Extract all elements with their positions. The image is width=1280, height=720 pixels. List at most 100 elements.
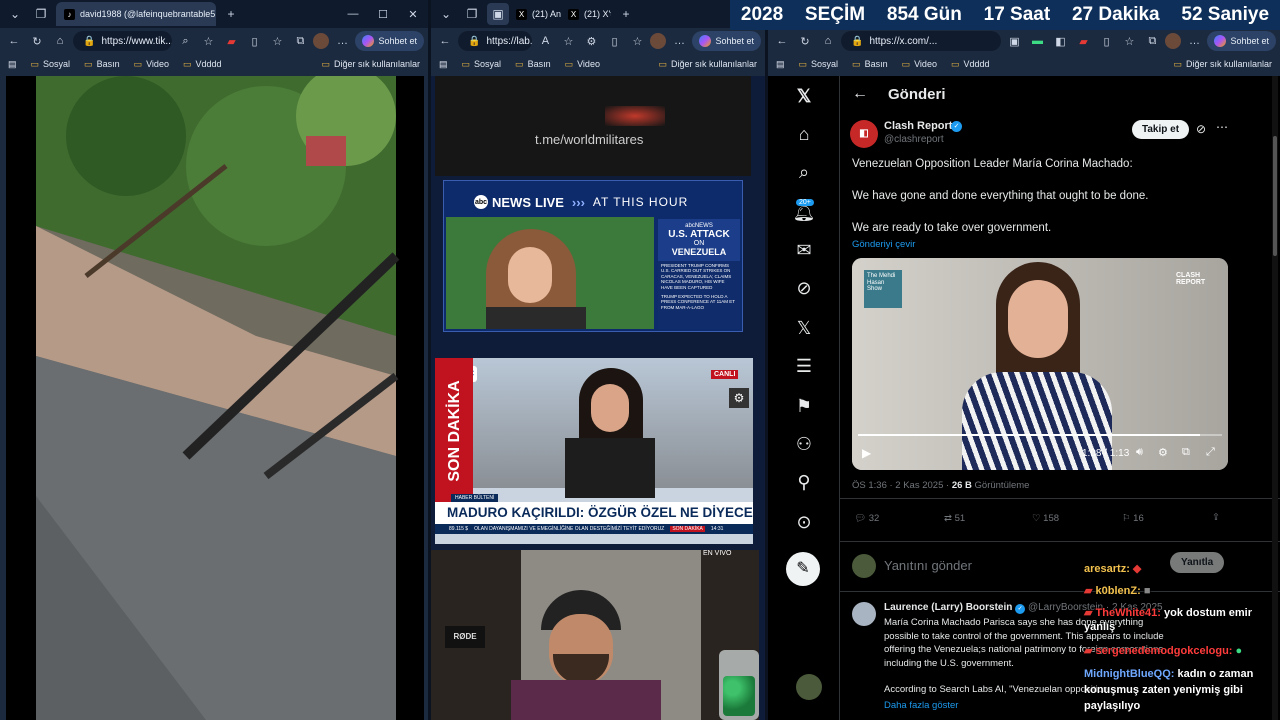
volume-icon[interactable]: 🔊︎ [1136,446,1143,459]
split-icon[interactable]: ▯ [1096,31,1116,51]
share-icon[interactable]: ⇪ [1212,512,1220,523]
lists-icon[interactable]: ☰ [792,354,816,378]
extension-icon[interactable]: ◧ [1050,31,1070,51]
split-icon[interactable]: ▯ [244,31,264,51]
sidebar-toggle-icon[interactable]: ▤ [8,59,17,70]
post-button[interactable]: ✎ [786,552,820,586]
reply-input[interactable]: Yanıtını gönder [884,558,972,573]
favorites-icon[interactable]: ☆ [627,31,647,51]
bookmark-sosyal[interactable]: Sosyal [31,59,70,70]
bookmark-action[interactable]: ⚐ 16 [1122,513,1144,524]
maximize-icon[interactable]: ☐ [368,8,398,21]
more-icon[interactable]: … [332,31,352,51]
home-icon[interactable]: ⌂ [50,31,70,51]
pip-icon[interactable]: ⧉ [1182,446,1190,459]
more-icon[interactable]: … [1184,31,1204,51]
more-icon[interactable]: … [669,31,689,51]
search-icon[interactable]: ⌕ [792,160,816,184]
refresh-icon[interactable]: ↻ [27,31,47,51]
scrollbar-thumb[interactable] [1273,136,1277,256]
reply-avatar[interactable] [852,602,876,626]
favorites-icon[interactable]: ☆ [1119,31,1139,51]
bookmark-video[interactable]: Video [134,59,169,70]
split-icon[interactable]: ▯ [604,31,624,51]
other-bookmarks[interactable]: Diğer sık kullanılanlar [321,59,420,70]
zoom-icon[interactable]: ⌕ [175,31,195,51]
back-icon[interactable]: ← [4,31,24,51]
more-circle-icon[interactable]: ⊙ [792,510,816,534]
clash-report-avatar[interactable]: ◧ [850,120,878,148]
like-action[interactable]: ♡ 158 [1032,513,1059,524]
new-tab-icon[interactable]: + [220,3,242,25]
tab-actions-icon[interactable]: ⌄ [435,3,457,25]
sidebar-toggle-icon[interactable]: ▤ [439,59,448,70]
profile-icon[interactable]: ⚲ [792,470,816,494]
extension-red-icon[interactable]: ▰ [1073,31,1093,51]
reply-author[interactable]: Laurence (Larry) Boorstein [884,602,1012,613]
workspaces-icon[interactable]: ❐ [461,3,483,25]
back-icon[interactable]: ← [772,31,792,51]
repost-action[interactable]: ⇄ 51 [944,513,965,524]
communities-icon[interactable]: ⚇ [792,432,816,456]
fullscreen-icon[interactable]: ⤢ [1206,446,1215,459]
author-name[interactable]: Clash Report [884,120,952,132]
url-field[interactable]: 🔒 https://www.tik... [73,31,173,51]
screenshot-icon[interactable]: ▣ [1004,31,1024,51]
other-bookmarks[interactable]: Diğer sık kullanılanlar [658,59,757,70]
x-logo-icon[interactable]: 𝕏 [792,84,816,108]
grok-explain-icon[interactable]: ⊘ [1196,122,1206,136]
play-icon[interactable]: ▶ [862,446,871,460]
post-video[interactable]: The Mehdi Hasan Show CLASH REPORT ▶ 1:08… [852,258,1228,470]
author-handle[interactable]: @clashreport [884,134,944,145]
tab-tiktok[interactable]: ♪ david1988 (@lafeinquebrantable5 ✕ [56,2,216,26]
back-icon[interactable]: ← [435,31,455,51]
abc-news-panel[interactable]: abc NEWS LIVE ››› AT THIS HOUR abcNEWS U… [443,180,743,332]
show-more-link[interactable]: Daha fazla göster [884,700,958,711]
extension-icon[interactable]: ▰ [221,31,241,51]
workspaces-icon[interactable]: ❐ [30,3,52,25]
premium-icon[interactable]: 𝕏 [792,316,816,340]
tab-x-1[interactable]: X (21) An [513,2,561,26]
profile-avatar[interactable] [1165,33,1182,49]
bookmark-basin[interactable]: Basın [852,59,888,70]
tab-actions-icon[interactable]: ⌄ [4,3,26,25]
new-tab-icon[interactable]: + [615,3,637,25]
translate-link[interactable]: Gönderiyi çevir [852,237,1268,253]
post-timestamp[interactable]: ÖS 1:36 · 2 Kas 2025 · [852,480,949,491]
extension-green-icon[interactable]: ▬ [1027,31,1047,51]
profile-avatar[interactable] [313,33,330,49]
bookmark-basin[interactable]: Basın [84,59,120,70]
bookmark-video[interactable]: Video [565,59,600,70]
copilot-button[interactable]: Sohbet et [692,31,761,51]
bookmark-sosyal[interactable]: Sosyal [799,59,838,70]
tab-icon-lab[interactable]: ▣ [487,3,509,25]
collections-icon[interactable]: ⧉ [290,31,310,51]
favorite-icon[interactable]: ☆ [198,31,218,51]
copilot-button[interactable]: Sohbet et [355,31,424,51]
bookmarks-icon[interactable]: ⚑ [792,394,816,418]
refresh-icon[interactable]: ↻ [795,31,815,51]
url-field[interactable]: 🔒 https://lab... [458,31,533,51]
home-icon[interactable]: ⌂ [792,122,816,146]
back-arrow-icon[interactable]: ← [852,85,868,103]
copilot-button[interactable]: Sohbet et [1207,31,1276,51]
grok-icon[interactable]: ⊘ [792,276,816,300]
tab-x-2[interactable]: X (21) X'te [565,2,611,26]
close-window-icon[interactable]: ✕ [398,8,428,21]
other-bookmarks[interactable]: Diğer sık kullanılanlar [1173,59,1272,70]
bookmark-basin[interactable]: Basın [515,59,551,70]
messages-icon[interactable]: ✉ [792,238,816,262]
sidebar-toggle-icon[interactable]: ▤ [776,59,785,70]
bookmark-vdddd[interactable]: Vdddd [951,59,989,70]
profile-avatar[interactable] [650,33,667,49]
extension-icon[interactable]: ⚙ [581,31,601,51]
follow-button[interactable]: Takip et [1132,120,1190,139]
favorite-icon[interactable]: ☆ [558,31,578,51]
minimize-icon[interactable]: — [338,8,368,21]
collections-icon[interactable]: ⧉ [1142,31,1162,51]
tiktok-video[interactable] [6,76,424,720]
reply-action[interactable]: 💬︎ 32 [854,513,879,524]
bookmark-vdddd[interactable]: Vdddd [183,59,221,70]
szc-news-panel[interactable]: SZC SON DAKİKA CANLI ⚙ HABER BÜLTENİ MAD… [435,358,753,544]
settings-icon[interactable]: ⚙ [729,388,749,408]
